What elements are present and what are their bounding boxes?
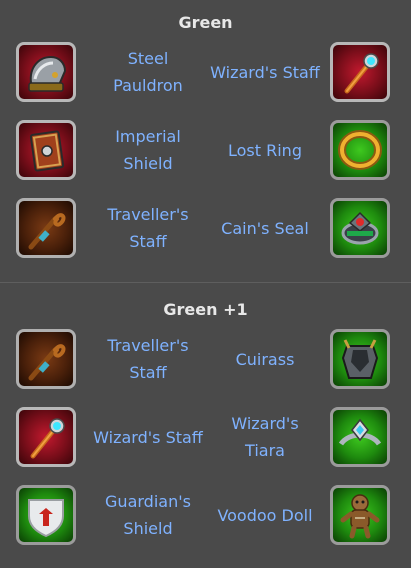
item-row: Traveller's Staff Cuirass bbox=[0, 329, 411, 407]
item-name[interactable]: Wizard's Tiara bbox=[205, 410, 325, 464]
cuirass-icon[interactable] bbox=[330, 329, 390, 389]
item-name-line: Traveller's bbox=[107, 336, 189, 355]
wizards-tiara-icon[interactable] bbox=[330, 407, 390, 467]
section-title: Green bbox=[178, 13, 233, 32]
item-name-line: Staff bbox=[129, 232, 167, 251]
imperial-shield-icon[interactable] bbox=[16, 120, 76, 180]
travellers-staff-icon[interactable] bbox=[16, 198, 76, 258]
item-name[interactable]: Cuirass bbox=[205, 346, 325, 373]
item-name-line: Voodoo Doll bbox=[217, 506, 313, 525]
wizards-tiara-art bbox=[338, 418, 382, 446]
cuirass-art bbox=[341, 339, 379, 379]
imperial-shield-art bbox=[29, 130, 65, 172]
wizards-staff-art bbox=[344, 53, 379, 94]
item-name[interactable]: Guardian's Shield bbox=[88, 488, 208, 542]
item-name[interactable]: Traveller's Staff bbox=[88, 201, 208, 255]
wizards-staff-icon[interactable] bbox=[16, 407, 76, 467]
voodoo-doll-art bbox=[340, 494, 380, 539]
item-name-line: Lost Ring bbox=[228, 141, 302, 160]
item-name-line: Traveller's bbox=[107, 205, 189, 224]
item-name-line: Pauldron bbox=[113, 76, 183, 95]
cains-seal-icon[interactable] bbox=[330, 198, 390, 258]
item-name[interactable]: Imperial Shield bbox=[88, 123, 208, 177]
item-name[interactable]: Traveller's Staff bbox=[88, 332, 208, 386]
item-name[interactable]: Voodoo Doll bbox=[205, 502, 325, 529]
travellers-staff-art bbox=[28, 344, 66, 381]
item-name-line: Guardian's bbox=[105, 492, 191, 511]
steel-pauldron-art bbox=[28, 55, 67, 92]
voodoo-doll-icon[interactable] bbox=[330, 485, 390, 545]
hero-items-panel: Green Steel Pauldron Wizard's Staff Imper… bbox=[0, 0, 411, 563]
section-green-plus-1: Green +1 Traveller's Staff Cuirass Wizard… bbox=[0, 295, 411, 563]
item-name-line: Wizard's Staff bbox=[210, 63, 320, 82]
item-name-line: Wizard's bbox=[231, 414, 299, 433]
lost-ring-art bbox=[338, 130, 382, 170]
item-row: Imperial Shield Lost Ring bbox=[0, 120, 411, 198]
item-name[interactable]: Wizard's Staff bbox=[88, 424, 208, 451]
guardians-shield-icon[interactable] bbox=[16, 485, 76, 545]
wizards-staff-icon[interactable] bbox=[330, 42, 390, 102]
item-row: Guardian's Shield Voodoo Doll bbox=[0, 485, 411, 563]
item-row: Steel Pauldron Wizard's Staff bbox=[0, 42, 411, 120]
item-name-line: Imperial bbox=[115, 127, 181, 146]
item-name-line: Wizard's Staff bbox=[93, 428, 203, 447]
section-divider bbox=[0, 282, 411, 283]
item-name-line: Cuirass bbox=[235, 350, 295, 369]
item-name-line: Cain's Seal bbox=[221, 219, 309, 238]
travellers-staff-art bbox=[28, 213, 66, 250]
item-name[interactable]: Cain's Seal bbox=[205, 215, 325, 242]
item-name-line: Shield bbox=[123, 154, 173, 173]
item-name-line: Shield bbox=[123, 519, 173, 538]
item-row: Traveller's Staff Cain's Seal bbox=[0, 198, 411, 276]
section-title: Green +1 bbox=[163, 300, 248, 319]
item-name-line: Steel bbox=[127, 49, 169, 68]
wizards-staff-art bbox=[30, 418, 65, 459]
item-name[interactable]: Steel Pauldron bbox=[88, 45, 208, 99]
item-name[interactable]: Lost Ring bbox=[205, 137, 325, 164]
item-name-line: Staff bbox=[129, 363, 167, 382]
section-green: Green Steel Pauldron Wizard's Staff Imper… bbox=[0, 0, 411, 276]
lost-ring-icon[interactable] bbox=[330, 120, 390, 180]
guardians-shield-art bbox=[28, 499, 64, 538]
item-row: Wizard's Staff Wizard's Tiara bbox=[0, 407, 411, 485]
item-name[interactable]: Wizard's Staff bbox=[205, 59, 325, 86]
travellers-staff-icon[interactable] bbox=[16, 329, 76, 389]
item-name-line: Tiara bbox=[245, 441, 285, 460]
cains-seal-art bbox=[341, 211, 379, 245]
steel-pauldron-icon[interactable] bbox=[16, 42, 76, 102]
